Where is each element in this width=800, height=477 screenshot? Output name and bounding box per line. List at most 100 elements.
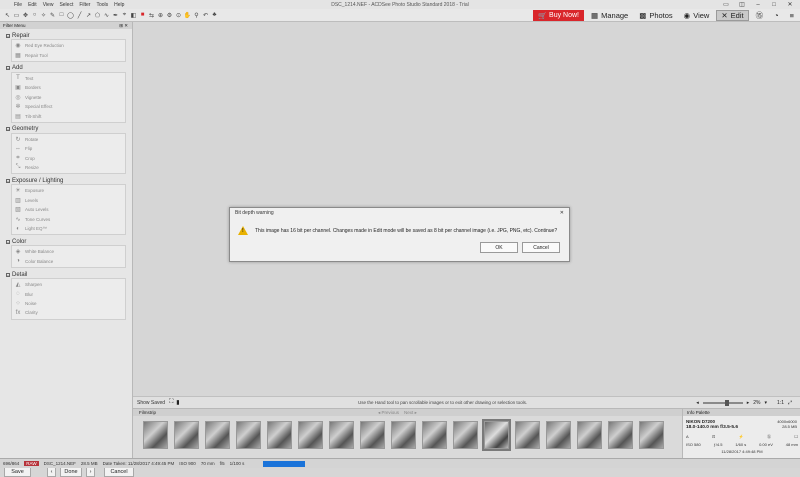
rectangle-icon[interactable]: □ (58, 11, 65, 19)
lasso-icon[interactable]: ○ (31, 11, 38, 19)
buy-now-button[interactable]: 🛒 Buy Now! (533, 10, 585, 21)
undo-icon[interactable]: ↶ (202, 11, 209, 19)
menu-select[interactable]: Select (59, 2, 73, 8)
fill-icon[interactable]: ◧ (130, 11, 137, 19)
collapse-icon[interactable]: – (6, 239, 10, 244)
filter-item[interactable]: ⁘ Noise (12, 299, 125, 308)
show-saved-button[interactable]: Show Saved (137, 400, 165, 406)
ellipse-icon[interactable]: ◯ (67, 11, 74, 19)
filter-item[interactable]: ☀ Exposure (12, 186, 125, 195)
filmstrip-thumbnail[interactable] (205, 421, 230, 449)
filter-group-header[interactable]: – Exposure / Lighting (6, 177, 126, 184)
dashboard-icon[interactable]: ◔ (770, 10, 783, 21)
rect-select-icon[interactable]: ▭ (13, 11, 20, 19)
filmstrip-thumbnail[interactable] (482, 419, 511, 451)
filmstrip-thumbnail[interactable] (329, 421, 354, 449)
filmstrip-thumbnail[interactable] (391, 421, 416, 449)
filter-group-header[interactable]: – Color (6, 238, 126, 245)
filmstrip-thumbnail[interactable] (298, 421, 323, 449)
filter-item[interactable]: ⤡ Resize (12, 163, 125, 172)
gear-icon[interactable]: ⚙ (166, 11, 173, 19)
pen-icon[interactable]: ✒ (112, 11, 119, 19)
zoom-slider[interactable] (702, 399, 743, 406)
menu-view[interactable]: View (43, 2, 54, 8)
polygon-icon[interactable]: ⬠ (94, 11, 101, 19)
collapse-icon[interactable]: – (6, 66, 10, 71)
zoom-out-icon[interactable]: ◂ (696, 400, 699, 406)
filter-item[interactable]: ◐ Light EQ™ (12, 224, 125, 233)
filter-item[interactable]: ▣ Borders (12, 83, 125, 92)
zoom-value[interactable]: 2% (753, 400, 760, 406)
filmstrip-thumbnail[interactable] (639, 421, 664, 449)
filmstrip-thumbnail[interactable] (546, 421, 571, 449)
filter-group-header[interactable]: – Detail (6, 271, 126, 278)
edit-mode-button[interactable]: ✕ Edit (716, 10, 749, 21)
filter-item[interactable]: ▧ Auto Levels (12, 205, 125, 214)
filmstrip-thumbnail[interactable] (360, 421, 385, 449)
filter-group-header[interactable]: – Repair (6, 32, 126, 39)
filter-item[interactable]: ◎ Vignette (12, 93, 125, 102)
clone-icon[interactable]: ⊕ (157, 11, 164, 19)
notification-icon[interactable]: ⑮ (752, 10, 768, 21)
filter-item[interactable]: ⇔ Flip (12, 144, 125, 153)
histogram-icon[interactable]: ▮ (176, 399, 179, 406)
ratio-button[interactable]: 1:1 (777, 400, 784, 406)
filter-item[interactable]: ◌ Blur (12, 289, 125, 298)
fit-icon[interactable]: ⛶ (169, 399, 173, 406)
fit-screen-icon[interactable]: ⤢ (788, 400, 792, 406)
filmstrip-thumbnail[interactable] (577, 421, 602, 449)
collapse-icon[interactable]: – (6, 33, 10, 38)
menu-filter[interactable]: Filter (79, 2, 90, 8)
pointer-icon[interactable]: ↖ (4, 11, 11, 19)
magic-wand-icon[interactable]: ✧ (40, 11, 47, 19)
manage-mode-button[interactable]: ▦ Manage (587, 10, 632, 21)
color-swatch-icon[interactable]: ■ (139, 11, 146, 19)
filter-item[interactable]: ⌗ Crop (12, 154, 125, 163)
swap-icon[interactable]: ⇆ (148, 11, 155, 19)
wand-icon[interactable]: ⚲ (193, 11, 200, 19)
filter-group-header[interactable]: – Add (6, 65, 126, 72)
eyedropper-icon[interactable]: ⌖ (121, 11, 128, 19)
menu-file[interactable]: File (14, 2, 22, 8)
collapse-icon[interactable]: – (6, 272, 10, 277)
dialog-cancel-button[interactable]: Cancel (522, 242, 560, 253)
filter-item[interactable]: ◭ Sharpen (12, 280, 125, 289)
minimize-button[interactable]: – (752, 1, 764, 8)
filmstrip-thumbnail[interactable] (515, 421, 540, 449)
filter-item[interactable]: ▥ Levels (12, 196, 125, 205)
layout-split-icon[interactable]: ◫ (736, 1, 748, 8)
filter-item[interactable]: T Text (12, 74, 125, 83)
filmstrip-thumbnail[interactable] (453, 421, 478, 449)
filmstrip-thumbnail[interactable] (608, 421, 633, 449)
menu-edit[interactable]: Edit (28, 2, 37, 8)
maximize-button[interactable]: □ (768, 1, 780, 8)
filter-item[interactable]: ◑ Color Balance (12, 257, 125, 266)
menu-tools[interactable]: Tools (96, 2, 108, 8)
filter-item[interactable]: ◈ White Balance (12, 247, 125, 256)
filter-item[interactable]: ▦ Repair Tool (12, 50, 125, 59)
zoom-in-icon[interactable]: ▸ (747, 400, 750, 406)
next-button[interactable]: Next ▸ (404, 410, 417, 415)
menu-icon[interactable]: ≡ (786, 10, 798, 21)
stamp-icon[interactable]: ♣ (211, 11, 218, 19)
dialog-ok-button[interactable]: OK (480, 242, 518, 253)
brush-icon[interactable]: ✎ (49, 11, 56, 19)
filmstrip-thumbnail[interactable] (174, 421, 199, 449)
move-icon[interactable]: ✥ (22, 11, 29, 19)
zoom-dropdown-icon[interactable]: ▾ (765, 400, 768, 406)
dialog-close-icon[interactable]: ✕ (560, 210, 564, 216)
curve-icon[interactable]: ∿ (103, 11, 110, 19)
filter-item[interactable]: ▤ Tilt-Shift (12, 111, 125, 120)
arrow-icon[interactable]: ↗ (85, 11, 92, 19)
collapse-icon[interactable]: – (6, 178, 10, 183)
filter-item[interactable]: ◉ Red Eye Reduction (12, 41, 125, 50)
hand-icon[interactable]: ✋ (184, 11, 191, 19)
filter-item[interactable]: ✲ Special Effect (12, 102, 125, 111)
filter-item[interactable]: ∿ Tone Curves (12, 214, 125, 223)
view-mode-button[interactable]: ◉ View (680, 10, 714, 21)
zoom-slider-knob[interactable] (724, 399, 729, 406)
filmstrip-thumbnail[interactable] (267, 421, 292, 449)
filmstrip-thumbnail[interactable] (422, 421, 447, 449)
filter-group-header[interactable]: – Geometry (6, 126, 126, 133)
filter-item[interactable]: ↻ Rotate (12, 135, 125, 144)
